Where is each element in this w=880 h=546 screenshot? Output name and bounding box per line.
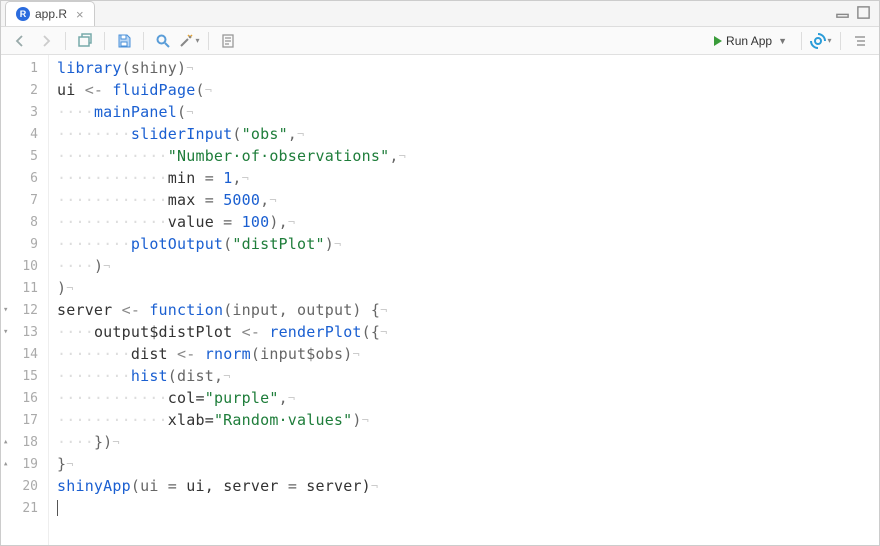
file-tab-app-r[interactable]: R app.R × xyxy=(5,1,95,26)
save-button[interactable] xyxy=(113,30,135,52)
code-line: ············value = 100),¬ xyxy=(57,211,879,233)
minimize-pane-icon[interactable] xyxy=(835,5,850,24)
fold-icon[interactable]: ▴ xyxy=(3,459,8,469)
editor-toolbar: ▾ Run App ▼ ▾ xyxy=(1,27,879,55)
run-app-dropdown-icon[interactable]: ▼ xyxy=(778,36,787,46)
line-number[interactable]: 4 xyxy=(1,123,48,145)
code-line: ············max = 5000,¬ xyxy=(57,189,879,211)
line-number[interactable]: 14 xyxy=(1,343,48,365)
code-line: ············min = 1,¬ xyxy=(57,167,879,189)
code-line: ········dist <- rnorm(input$obs)¬ xyxy=(57,343,879,365)
code-line: ····output$distPlot <- renderPlot({¬ xyxy=(57,321,879,343)
fold-icon[interactable]: ▴ xyxy=(3,437,8,447)
line-number[interactable]: ▴18 xyxy=(1,431,48,453)
code-line xyxy=(57,497,879,519)
compile-report-button[interactable] xyxy=(217,30,239,52)
code-line: ············"Number·of·observations",¬ xyxy=(57,145,879,167)
line-number[interactable]: 16 xyxy=(1,387,48,409)
code-line: )¬ xyxy=(57,277,879,299)
text-cursor xyxy=(57,500,58,516)
code-line: server <- function(input, output) {¬ xyxy=(57,299,879,321)
toolbar-separator xyxy=(208,32,209,50)
line-gutter: 1 2 3 4 5 6 7 8 9 10 11 ▾12 ▾13 14 15 16… xyxy=(1,55,49,545)
line-number[interactable]: 15 xyxy=(1,365,48,387)
line-number[interactable]: 7 xyxy=(1,189,48,211)
code-editor[interactable]: 1 2 3 4 5 6 7 8 9 10 11 ▾12 ▾13 14 15 16… xyxy=(1,55,879,545)
tab-filename: app.R xyxy=(35,7,67,21)
maximize-pane-icon[interactable] xyxy=(856,5,871,24)
line-number[interactable]: 17 xyxy=(1,409,48,431)
line-number[interactable]: 1 xyxy=(1,57,48,79)
nav-forward-button[interactable] xyxy=(35,30,57,52)
editor-window: R app.R × xyxy=(0,0,880,546)
publish-button[interactable]: ▾ xyxy=(810,30,832,52)
line-number[interactable]: 3 xyxy=(1,101,48,123)
code-tools-button[interactable]: ▾ xyxy=(178,30,200,52)
code-line: ····})¬ xyxy=(57,431,879,453)
code-line: library(shiny)¬ xyxy=(57,57,879,79)
tab-bar: R app.R × xyxy=(1,1,879,27)
code-line: shinyApp(ui = ui, server = server)¬ xyxy=(57,475,879,497)
toolbar-separator xyxy=(840,32,841,50)
code-line: ui <- fluidPage(¬ xyxy=(57,79,879,101)
line-number[interactable]: ▾13 xyxy=(1,321,48,343)
code-line: }¬ xyxy=(57,453,879,475)
fold-icon[interactable]: ▾ xyxy=(3,327,8,337)
show-in-new-window-button[interactable] xyxy=(74,30,96,52)
line-number[interactable]: 10 xyxy=(1,255,48,277)
line-number[interactable]: 5 xyxy=(1,145,48,167)
nav-back-button[interactable] xyxy=(9,30,31,52)
r-file-icon: R xyxy=(16,7,30,21)
line-number[interactable]: ▴19 xyxy=(1,453,48,475)
close-tab-icon[interactable]: × xyxy=(76,7,84,22)
line-number[interactable]: 2 xyxy=(1,79,48,101)
line-number[interactable]: 20 xyxy=(1,475,48,497)
line-number[interactable]: 21 xyxy=(1,497,48,519)
code-line: ············xlab="Random·values")¬ xyxy=(57,409,879,431)
toolbar-separator xyxy=(65,32,66,50)
line-number[interactable]: 8 xyxy=(1,211,48,233)
line-number[interactable]: 9 xyxy=(1,233,48,255)
code-line: ········hist(dist,¬ xyxy=(57,365,879,387)
toolbar-separator xyxy=(104,32,105,50)
play-icon xyxy=(714,36,722,46)
run-app-label: Run App xyxy=(726,34,772,48)
toolbar-separator xyxy=(801,32,802,50)
line-number[interactable]: 11 xyxy=(1,277,48,299)
find-button[interactable] xyxy=(152,30,174,52)
code-line: ········sliderInput("obs",¬ xyxy=(57,123,879,145)
line-number[interactable]: ▾12 xyxy=(1,299,48,321)
code-line: ····)¬ xyxy=(57,255,879,277)
run-app-button[interactable]: Run App ▼ xyxy=(708,30,793,52)
fold-icon[interactable]: ▾ xyxy=(3,305,8,315)
outline-button[interactable] xyxy=(849,30,871,52)
line-number[interactable]: 6 xyxy=(1,167,48,189)
code-area[interactable]: library(shiny)¬ ui <- fluidPage(¬ ····ma… xyxy=(49,55,879,545)
toolbar-separator xyxy=(143,32,144,50)
code-line: ····mainPanel(¬ xyxy=(57,101,879,123)
code-line: ········plotOutput("distPlot")¬ xyxy=(57,233,879,255)
code-line: ············col="purple",¬ xyxy=(57,387,879,409)
